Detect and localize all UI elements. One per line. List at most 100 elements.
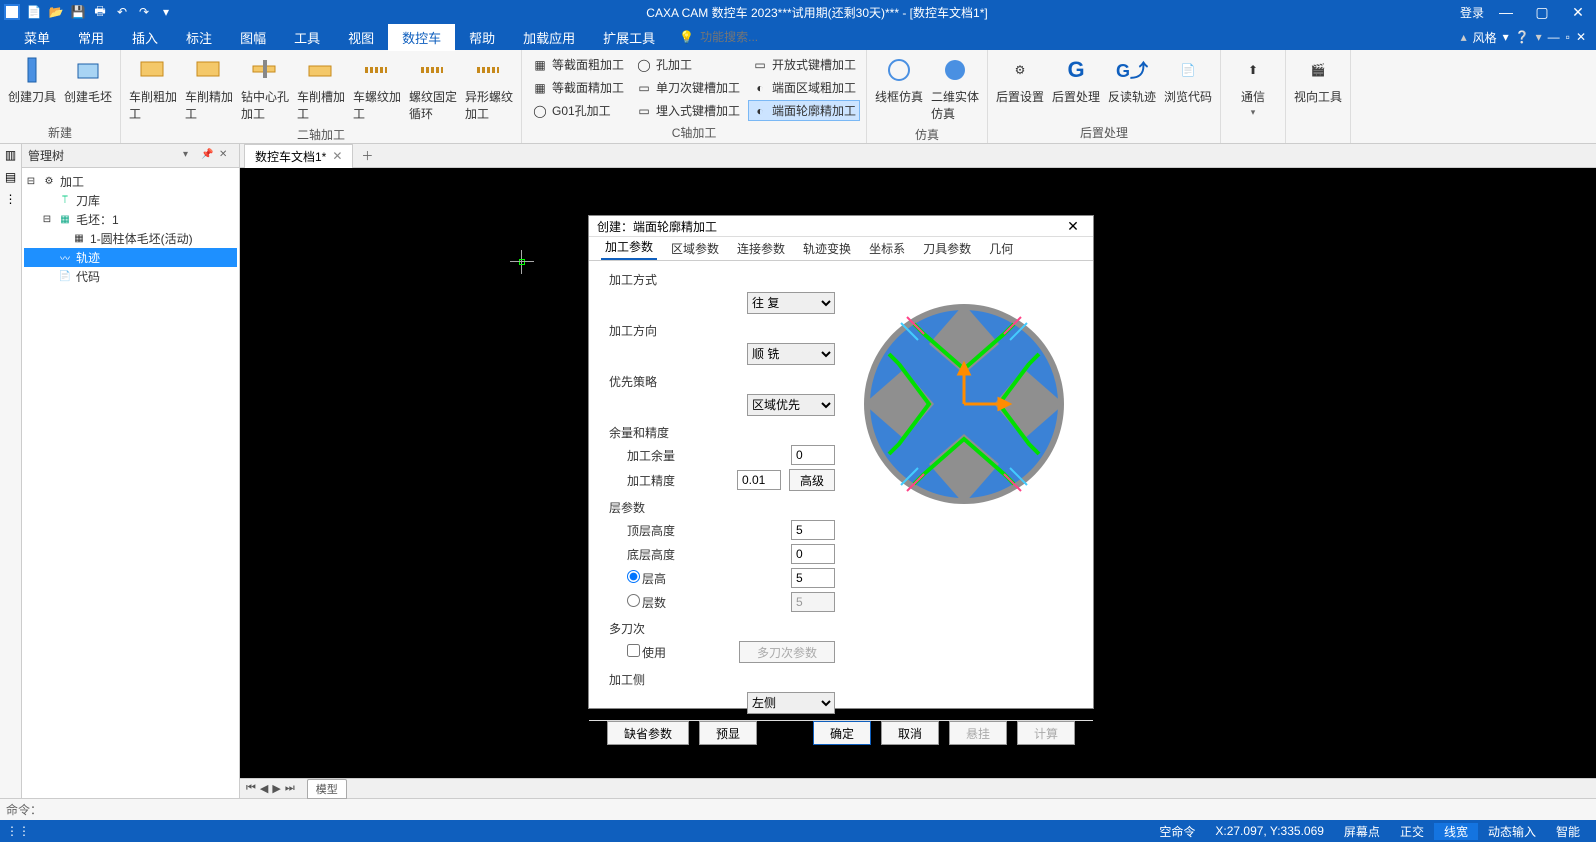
side-tab-icon3[interactable]: ⋮ — [5, 192, 17, 206]
advanced-button[interactable]: 高级 — [789, 469, 835, 491]
side-tab-icon[interactable]: ▥ — [5, 148, 16, 162]
input-machining-allowance[interactable] — [791, 445, 835, 465]
menu-ext-tools[interactable]: 扩展工具 — [589, 24, 669, 51]
save-icon[interactable]: 💾 — [70, 4, 86, 20]
equal-section-finish-button[interactable]: ▦等截面精加工 — [528, 77, 628, 98]
groove-turning-button[interactable]: 车削槽加工 — [295, 52, 347, 124]
reverse-read-button[interactable]: G⤴反读轨迹 — [1106, 52, 1158, 107]
new-icon[interactable]: 📄 — [26, 4, 42, 20]
select-priority-strategy[interactable]: 区域优先 — [747, 394, 835, 416]
style-dropdown-icon[interactable]: ▾ — [1503, 30, 1509, 44]
print-icon[interactable]: 🖶 — [92, 4, 108, 20]
rough-turning-button[interactable]: 车削粗加工 — [127, 52, 179, 124]
view-tools-button[interactable]: 🎬视向工具 — [1292, 52, 1344, 107]
model-tab[interactable]: 模型 — [307, 779, 347, 799]
tree-blank-item[interactable]: ▦1-圆柱体毛坯(活动) — [24, 229, 237, 248]
tree-trajectory[interactable]: 〰轨迹 — [24, 248, 237, 267]
ok-button[interactable]: 确定 — [813, 721, 871, 745]
menu-sheet[interactable]: 图幅 — [226, 24, 280, 51]
radio-layer-height[interactable] — [627, 570, 640, 583]
g01-hole-button[interactable]: ◯G01孔加工 — [528, 100, 628, 121]
status-smart[interactable]: 智能 — [1546, 823, 1590, 840]
equal-section-rough-button[interactable]: ▦等截面粗加工 — [528, 54, 628, 75]
function-search-input[interactable] — [694, 28, 861, 46]
checkbox-use-multi[interactable] — [627, 644, 640, 657]
browse-code-button[interactable]: 📄浏览代码 — [1162, 52, 1214, 107]
select-machining-direction[interactable]: 顺 铣 — [747, 343, 835, 365]
tree-root-machining[interactable]: ⊟⚙加工 — [24, 172, 237, 191]
prev-icon[interactable]: ◀ — [260, 782, 268, 795]
solid-sim-button[interactable]: 二维实体仿真 — [929, 52, 981, 124]
menu-view[interactable]: 视图 — [334, 24, 388, 51]
radio-layer-count[interactable] — [627, 594, 640, 607]
menu-load-app[interactable]: 加载应用 — [509, 24, 589, 51]
dropdown-icon[interactable]: ▾ — [158, 4, 174, 20]
status-linewidth[interactable]: 线宽 — [1434, 823, 1478, 840]
input-machining-precision[interactable] — [737, 470, 781, 490]
last-icon[interactable]: ⏭ — [285, 782, 295, 795]
input-bottom-height[interactable] — [791, 544, 835, 564]
first-icon[interactable]: ⏮ — [246, 782, 256, 795]
inner-restore-icon[interactable]: ▫ — [1566, 30, 1570, 44]
login-link[interactable]: 登录 — [1460, 4, 1484, 21]
inner-close-icon[interactable]: ✕ — [1576, 30, 1586, 44]
tab-region-params[interactable]: 区域参数 — [667, 237, 723, 260]
tab-machining-params[interactable]: 加工参数 — [601, 235, 657, 260]
create-blank-button[interactable]: 创建毛坯 — [62, 52, 114, 107]
input-top-height[interactable] — [791, 520, 835, 540]
post-settings-button[interactable]: ⚙后置设置 — [994, 52, 1046, 107]
checkbox-use-multi-label[interactable]: 使用 — [627, 644, 666, 661]
hole-machining-button[interactable]: ◯孔加工 — [632, 54, 744, 75]
select-machining-mode[interactable]: 往 复 — [747, 292, 835, 314]
special-thread-button[interactable]: 异形螺纹加工 — [463, 52, 515, 124]
status-screen-pt[interactable]: 屏幕点 — [1334, 823, 1390, 840]
face-contour-finish-button[interactable]: ◐端面轮廓精加工 — [748, 100, 860, 121]
menu-insert[interactable]: 插入 — [118, 24, 172, 51]
menu-help[interactable]: 帮助 — [455, 24, 509, 51]
select-machining-side[interactable]: 左侧 — [747, 692, 835, 714]
thread-cycle-button[interactable]: 螺纹固定循环 — [407, 52, 459, 124]
open-icon[interactable]: 📂 — [48, 4, 64, 20]
menu-main[interactable]: 菜单 — [10, 24, 64, 51]
cancel-button[interactable]: 取消 — [881, 721, 939, 745]
open-keyway-button[interactable]: ▭开放式键槽加工 — [748, 54, 860, 75]
inner-minimize-icon[interactable]: — — [1548, 30, 1560, 44]
post-process-button[interactable]: G后置处理 — [1050, 52, 1102, 107]
tree-tool-library[interactable]: ⟙刀库 — [24, 191, 237, 210]
side-tab-icon2[interactable]: ▤ — [5, 170, 16, 184]
center-drill-button[interactable]: 钻中心孔加工 — [239, 52, 291, 124]
menu-tools[interactable]: 工具 — [280, 24, 334, 51]
face-region-rough-button[interactable]: ◐端面区域粗加工 — [748, 77, 860, 98]
tab-connect-params[interactable]: 连接参数 — [733, 237, 789, 260]
menu-annotate[interactable]: 标注 — [172, 24, 226, 51]
tree-dropdown-icon[interactable]: ▾ — [183, 149, 197, 163]
help-icon[interactable]: ❔ — [1515, 30, 1530, 44]
dialog-close-button[interactable]: ✕ — [1061, 216, 1085, 236]
embedded-keyway-button[interactable]: ▭埋入式键槽加工 — [632, 100, 744, 121]
minimize-button[interactable]: — — [1492, 2, 1520, 22]
menu-lathe[interactable]: 数控车 — [388, 24, 455, 51]
undo-icon[interactable]: ↶ — [114, 4, 130, 20]
create-tool-button[interactable]: 创建刀具 — [6, 52, 58, 107]
add-document-tab[interactable]: ＋ — [353, 144, 381, 167]
redo-icon[interactable]: ↷ — [136, 4, 152, 20]
next-icon[interactable]: ▶ — [272, 782, 280, 795]
tab-geometry[interactable]: 几何 — [985, 237, 1017, 260]
finish-turning-button[interactable]: 车削精加工 — [183, 52, 235, 124]
comm-button[interactable]: ⬆通信▾ — [1227, 52, 1279, 120]
tree-blank[interactable]: ⊟▦毛坯：1 — [24, 210, 237, 229]
doc-tab-close-icon[interactable]: ✕ — [332, 149, 342, 163]
tree-close-icon[interactable]: ✕ — [219, 149, 233, 163]
style-label[interactable]: 风格 — [1473, 29, 1497, 46]
maximize-button[interactable]: ▢ — [1528, 2, 1556, 22]
menu-common[interactable]: 常用 — [64, 24, 118, 51]
command-line[interactable]: 命令： — [0, 798, 1596, 820]
tab-coord-sys[interactable]: 坐标系 — [865, 237, 909, 260]
tree-pin-icon[interactable]: 📌 — [201, 149, 215, 163]
tab-tool-params[interactable]: 刀具参数 — [919, 237, 975, 260]
wireframe-sim-button[interactable]: 线框仿真 — [873, 52, 925, 107]
default-params-button[interactable]: 缺省参数 — [607, 721, 689, 745]
radio-layer-height-label[interactable]: 层高 — [627, 570, 666, 587]
close-button[interactable]: ✕ — [1564, 2, 1592, 22]
tree-code[interactable]: 📄代码 — [24, 267, 237, 286]
